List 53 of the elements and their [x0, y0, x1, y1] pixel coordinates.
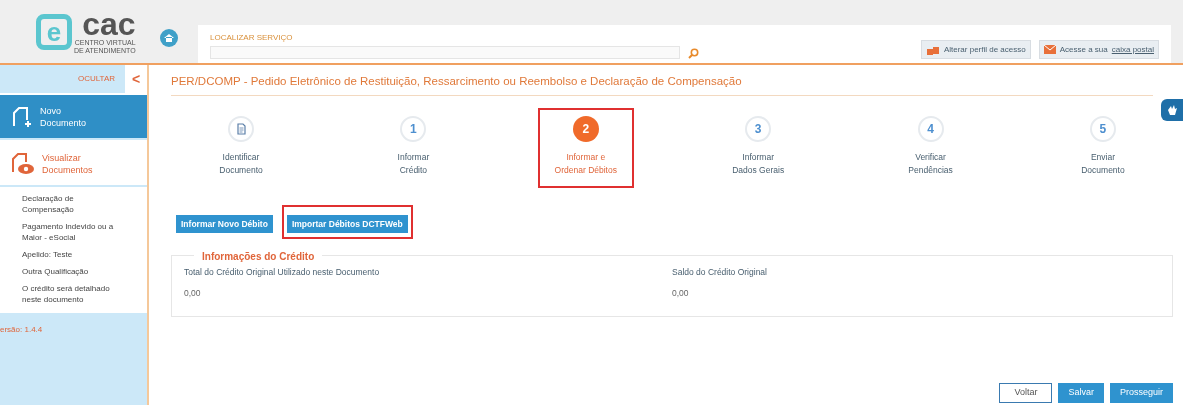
step-number: 4 — [927, 121, 934, 138]
document-detail: Apelido: Teste — [22, 249, 74, 260]
document-icon — [235, 123, 247, 135]
wizard-step[interactable]: 3 Informar Dados Gerais — [710, 108, 807, 188]
action-label: Documentos — [42, 163, 93, 176]
wizard-step[interactable]: Identificar Documento — [193, 108, 289, 188]
document-detail: Declaração de Compensação — [22, 193, 75, 215]
step-number: 1 — [410, 121, 417, 138]
field-label: Total do Crédito Original Utilizado neste Documento — [184, 266, 381, 279]
mailbox-text: Acesse a sua — [1059, 43, 1108, 56]
action-button[interactable]: Importar Débitos DCTFWeb — [286, 215, 408, 234]
footer-button[interactable]: Prosseguir — [1109, 383, 1173, 403]
panel-legend: Informações do Crédito — [194, 249, 323, 264]
document-detail: O crédito será detalhado neste documento — [22, 283, 111, 305]
wizard-step[interactable]: 2 Informar e Ordenar Débitos — [537, 108, 634, 188]
mailbox-button[interactable]: Acesse a sua caixa postal — [1038, 40, 1159, 59]
wizard-step[interactable]: 1 Informar Crédito — [365, 108, 462, 188]
step-number: 3 — [754, 121, 762, 138]
step-label: Informar e Ordenar Débitos — [554, 151, 617, 177]
wizard-step[interactable]: 4 Verificar Pendências — [882, 108, 979, 188]
document-detail: Outra Qualificação — [22, 266, 90, 277]
step-number: 2 — [582, 121, 590, 138]
step-label: Identificar Documento — [219, 151, 263, 177]
field-label: Saldo do Crédito Original — [672, 266, 768, 279]
change-profile-button[interactable]: Alterar perfil de acesso — [920, 40, 1031, 59]
field-value: 0,00 — [184, 286, 202, 300]
accessibility-button[interactable] — [1161, 99, 1183, 121]
step-label: Verificar Pendências — [908, 151, 953, 177]
action-label: Visualizar — [42, 151, 82, 164]
step-label: Informar Dados Gerais — [732, 151, 785, 177]
footer-button[interactable]: Salvar — [1058, 383, 1104, 403]
footer-button[interactable]: Voltar — [999, 383, 1053, 403]
document-detail: Pagamento Indevido ou a Maior - eSocial — [22, 221, 115, 243]
version-text: ersão: 1.4.4 — [0, 325, 43, 334]
search-label: LOCALIZAR SERVIÇO — [210, 32, 294, 44]
home-icon[interactable] — [160, 28, 178, 47]
mailbox-link[interactable]: caixa postal — [1111, 43, 1154, 56]
envelope-icon — [1043, 45, 1056, 54]
step-number: 5 — [1099, 121, 1107, 138]
field-value: 0,00 — [672, 286, 690, 300]
action-label: Documento — [40, 116, 87, 129]
action-button[interactable]: Informar Novo Débito — [176, 215, 273, 234]
page-title: PER/DCOMP - Pedido Eletrônico de Restituição, Ressarcimento ou Reembolso e Declaração de Compensação — [171, 73, 742, 89]
sidebar-action[interactable]: Novo Documento — [0, 95, 147, 140]
document-eye-icon — [10, 151, 36, 176]
action-label: Novo — [40, 104, 62, 117]
search-icon[interactable] — [688, 48, 699, 59]
collapse-button[interactable]: < — [125, 65, 147, 93]
search-field[interactable] — [210, 46, 680, 59]
new-document-icon — [10, 104, 34, 129]
step-label: Enviar Documento — [1081, 151, 1125, 177]
step-label: Informar Crédito — [397, 151, 430, 177]
wizard-step[interactable]: 5 Enviar Documento — [1054, 108, 1151, 188]
